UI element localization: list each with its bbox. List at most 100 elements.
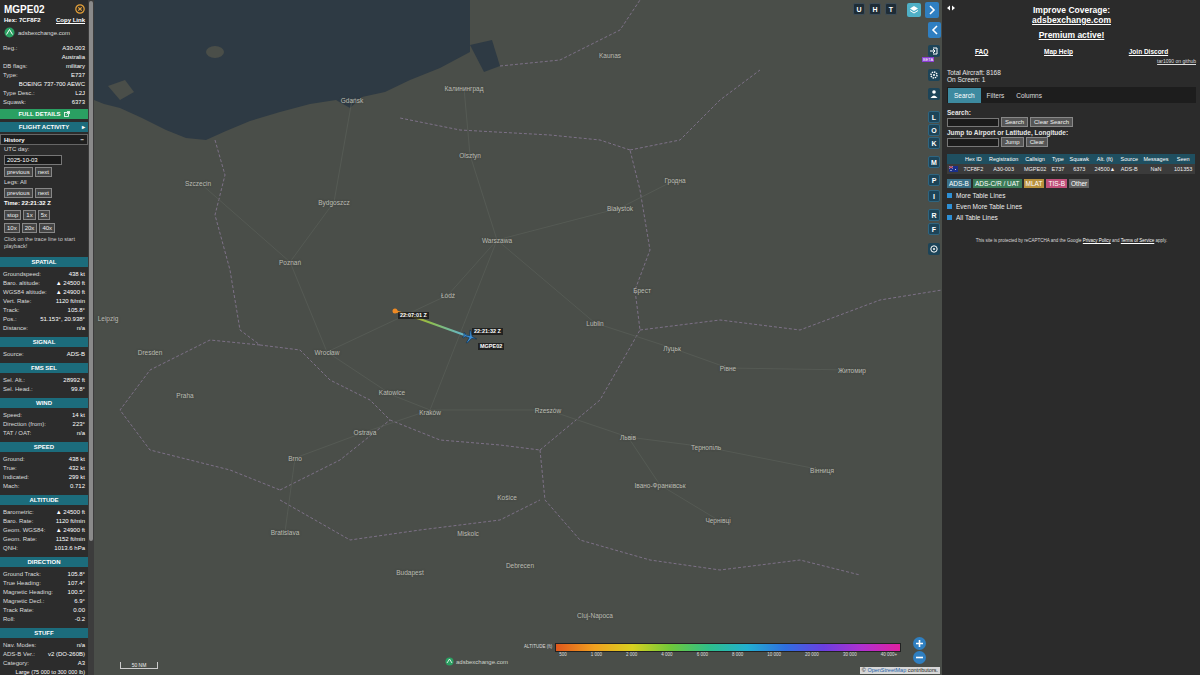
recaptcha-link[interactable]: Terms of Service bbox=[1121, 238, 1155, 243]
table-row[interactable]: 7CF8F2A30-003MGPE02E737637324500▲ADS-BNa… bbox=[947, 164, 1195, 174]
day-nav-button[interactable]: previous bbox=[4, 167, 33, 177]
person-button[interactable] bbox=[928, 88, 940, 100]
table-lines-option[interactable]: Even More Table Lines bbox=[947, 203, 1196, 210]
center-button[interactable] bbox=[928, 243, 940, 255]
tab[interactable]: Search bbox=[948, 88, 981, 103]
checkbox[interactable] bbox=[947, 215, 952, 220]
premium-link[interactable]: Premium active! bbox=[947, 30, 1196, 40]
altitude-tick: 6 000 bbox=[697, 652, 708, 658]
login-button[interactable] bbox=[928, 45, 940, 57]
map-toggle-button[interactable]: L bbox=[928, 111, 940, 123]
playback-row: stop1x5x bbox=[0, 208, 88, 221]
logo-row[interactable]: adsbexchange.com bbox=[0, 24, 88, 44]
legend-chip[interactable]: ADS-C/R / UAT bbox=[973, 179, 1022, 188]
swap-arrows-icon bbox=[946, 4, 956, 12]
flight-activity-bar[interactable]: FLIGHT ACTIVITY▸ bbox=[0, 122, 88, 132]
map-layer-button[interactable]: T bbox=[885, 3, 897, 15]
column-header[interactable]: Type bbox=[1049, 154, 1067, 164]
checkbox[interactable] bbox=[947, 204, 952, 209]
map-toggle-button[interactable]: R bbox=[928, 209, 940, 221]
jump-button[interactable]: Jump bbox=[1001, 137, 1024, 147]
info-value: military bbox=[66, 62, 85, 71]
osm-link[interactable]: OpenStreetMap bbox=[867, 667, 906, 673]
column-header[interactable]: Messages bbox=[1141, 154, 1172, 164]
full-details-label: FULL DETAILS bbox=[18, 111, 60, 117]
search-label: Search: bbox=[947, 109, 1196, 116]
header-link[interactable]: Map Help bbox=[1044, 48, 1073, 55]
playback-button[interactable]: 20x bbox=[22, 223, 38, 233]
map-layer-button[interactable]: H bbox=[869, 3, 881, 15]
gear-button[interactable] bbox=[928, 69, 940, 81]
city-label: Калининград bbox=[444, 85, 483, 92]
hex-group: Hex:7CF8F2 bbox=[4, 16, 41, 24]
swap-panel-button[interactable] bbox=[946, 4, 956, 13]
column-header[interactable]: Callsign bbox=[1021, 154, 1049, 164]
legs-nav-button[interactable]: next bbox=[35, 188, 52, 198]
playback-button[interactable]: 5x bbox=[38, 210, 50, 220]
legend-chip[interactable]: ADS-B bbox=[947, 179, 971, 188]
close-icon[interactable] bbox=[75, 4, 85, 14]
zoom-in-button[interactable] bbox=[913, 637, 926, 650]
map-toggle-button[interactable]: I bbox=[928, 190, 940, 202]
search-button[interactable]: Clear Search bbox=[1030, 117, 1073, 127]
recaptcha-link[interactable]: Privacy Policy bbox=[1083, 238, 1111, 243]
column-header[interactable]: Alt. (ft) bbox=[1092, 154, 1118, 164]
map-toggle-button[interactable]: F bbox=[928, 223, 940, 235]
info-label: Baro. altitude: bbox=[3, 279, 40, 288]
header-link[interactable]: FAQ bbox=[975, 48, 988, 55]
column-header[interactable]: Seen bbox=[1171, 154, 1195, 164]
map-toggle-button[interactable]: P bbox=[928, 174, 940, 186]
map-toggle-button[interactable]: M bbox=[928, 156, 940, 168]
tab[interactable]: Columns bbox=[1010, 88, 1048, 103]
airplane-icon[interactable] bbox=[462, 329, 478, 345]
legs-nav-row: previousnext bbox=[0, 187, 88, 199]
copy-link[interactable]: Copy Link bbox=[56, 16, 85, 24]
playback-button[interactable]: 1x bbox=[23, 210, 35, 220]
recaptcha-text: apply. bbox=[1154, 238, 1167, 243]
playback-button[interactable]: stop bbox=[4, 210, 21, 220]
info-row: Squawk:6373 bbox=[0, 98, 88, 107]
coverage-link[interactable]: adsbexchange.com bbox=[947, 15, 1196, 25]
header-link[interactable]: Join Discord bbox=[1129, 48, 1168, 55]
map-toggle-button[interactable]: O bbox=[928, 124, 940, 136]
aircraft-map-label[interactable]: MGPE02 bbox=[478, 343, 504, 350]
tab[interactable]: Filters bbox=[981, 88, 1011, 103]
full-details-button[interactable]: FULL DETAILS bbox=[0, 109, 88, 119]
chevron-left-button[interactable] bbox=[928, 22, 941, 38]
map-logo-text: adsbexchange.com bbox=[456, 659, 508, 665]
playback-button[interactable]: 10x bbox=[4, 223, 20, 233]
map-layer-button[interactable]: U bbox=[853, 3, 865, 15]
column-header[interactable]: Registration bbox=[986, 154, 1021, 164]
table-lines-option[interactable]: More Table Lines bbox=[947, 192, 1196, 199]
column-header[interactable]: Hex ID bbox=[961, 154, 986, 164]
option-label: All Table Lines bbox=[956, 214, 998, 221]
column-header[interactable]: Source bbox=[1118, 154, 1141, 164]
chevron-right-button[interactable] bbox=[925, 2, 939, 18]
jump-button[interactable]: Clear bbox=[1026, 137, 1048, 147]
map-logo[interactable]: adsbexchange.com bbox=[445, 657, 508, 666]
jump-input[interactable] bbox=[947, 138, 999, 147]
zoom-out-button[interactable] bbox=[913, 651, 926, 664]
utc-day-field[interactable]: 2025-10-03 bbox=[4, 155, 62, 165]
info-row: Mach:0.712 bbox=[0, 482, 88, 491]
legend-chip[interactable]: TIS-B bbox=[1046, 179, 1067, 188]
legs-nav-button[interactable]: previous bbox=[4, 188, 33, 198]
search-input[interactable] bbox=[947, 118, 999, 127]
column-header[interactable]: Squawk bbox=[1067, 154, 1092, 164]
legend-chip[interactable]: Other bbox=[1069, 179, 1089, 188]
search-button[interactable]: Search bbox=[1001, 117, 1028, 127]
scroll-thumb[interactable] bbox=[89, 1, 93, 541]
github-link[interactable]: tar1090 on github bbox=[947, 58, 1196, 64]
city-label: Białystok bbox=[607, 205, 633, 212]
day-nav-button[interactable]: next bbox=[35, 167, 52, 177]
table-lines-option[interactable]: All Table Lines bbox=[947, 214, 1196, 221]
history-header[interactable]: History− bbox=[0, 134, 88, 145]
layers-button[interactable] bbox=[907, 3, 921, 17]
info-row: Groundspeed:438 kt bbox=[0, 270, 88, 279]
legend-chip[interactable]: MLAT bbox=[1024, 179, 1045, 188]
map-toggle-button[interactable]: K bbox=[928, 137, 940, 149]
info-label: Type: bbox=[3, 71, 18, 80]
playback-button[interactable]: 40x bbox=[39, 223, 55, 233]
checkbox[interactable] bbox=[947, 193, 952, 198]
map[interactable]: КалининградGdańskOlsztynSzczecinBydgoszc… bbox=[94, 0, 942, 675]
